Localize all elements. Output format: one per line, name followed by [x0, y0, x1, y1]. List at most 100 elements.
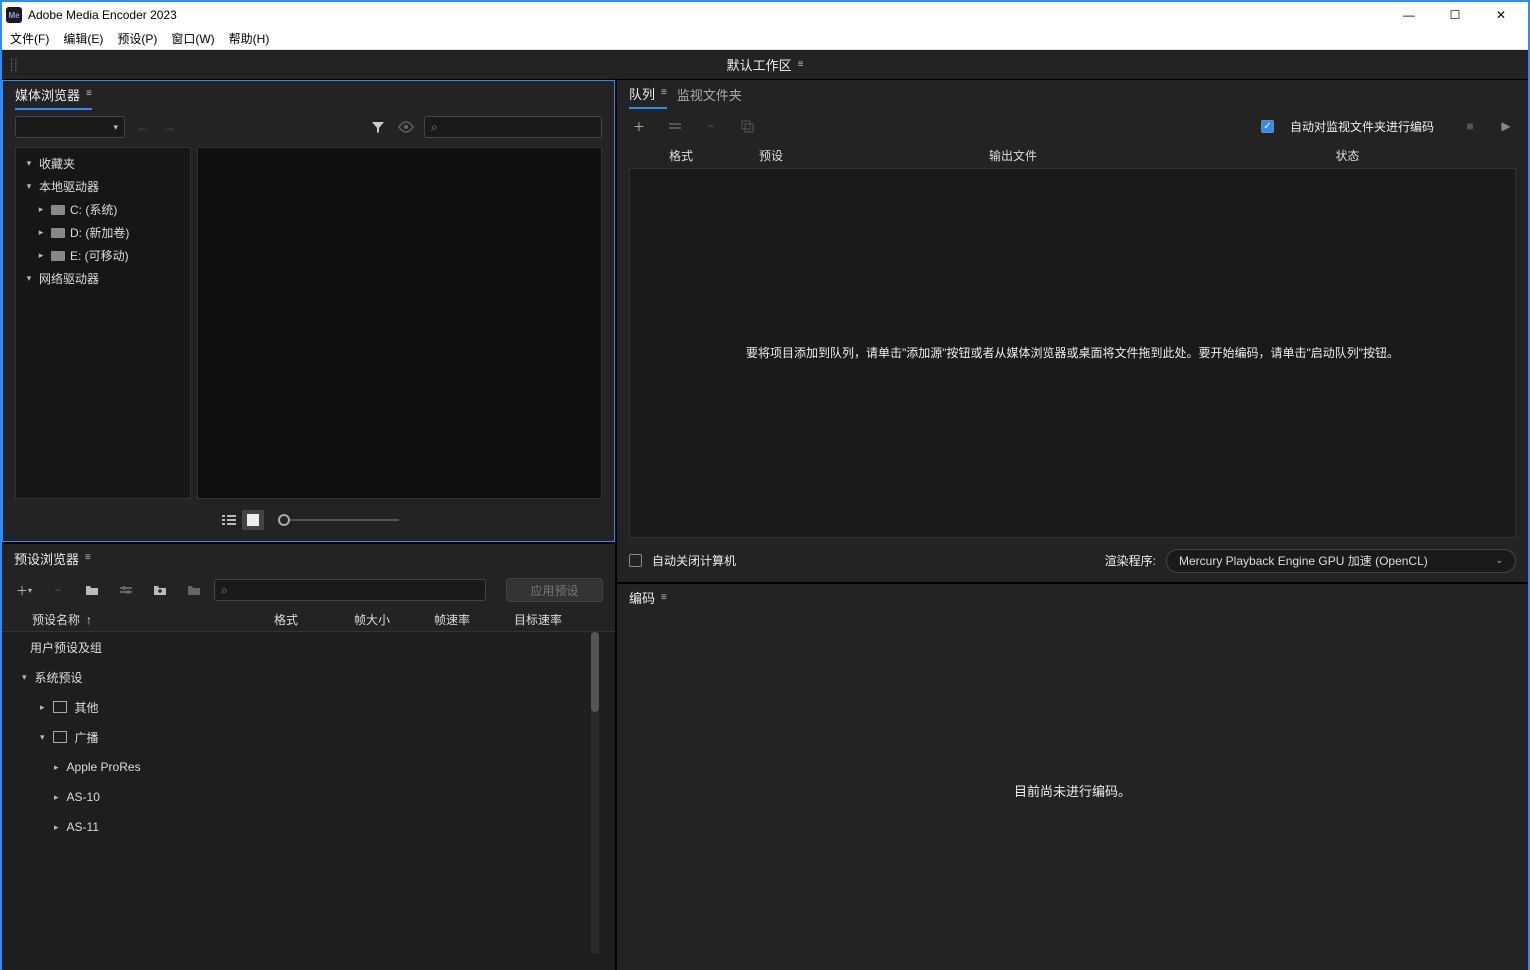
preset-row-as11[interactable]: ▸AS-11: [2, 812, 615, 842]
media-search-input[interactable]: ⌕: [424, 116, 602, 138]
menu-help[interactable]: 帮助(H): [229, 30, 270, 47]
queue-drop-area[interactable]: 要将项目添加到队列，请单击"添加源"按钮或者从媒体浏览器或桌面将文件拖到此处。要…: [629, 168, 1516, 538]
col-format[interactable]: 格式: [274, 611, 354, 628]
import-icon[interactable]: [150, 580, 170, 600]
apply-preset-button[interactable]: 应用预设: [506, 578, 603, 602]
tree-drive-c[interactable]: ▸C: (系统): [16, 198, 190, 221]
drive-icon: [51, 251, 65, 261]
tree-drive-e[interactable]: ▸E: (可移动): [16, 244, 190, 267]
zoom-knob[interactable]: [278, 514, 290, 526]
preset-list: 用户预设及组 ▾系统预设 ▸其他 ▾广播 ▸Apple ProRes ▸AS-1…: [2, 632, 615, 970]
tree-drive-d[interactable]: ▸D: (新加卷): [16, 221, 190, 244]
folder-icon[interactable]: [82, 580, 102, 600]
zoom-slider[interactable]: [278, 514, 399, 526]
media-preview-area: [197, 147, 602, 499]
preset-row-other[interactable]: ▸其他: [2, 692, 615, 722]
menu-edit[interactable]: 编辑(E): [63, 30, 103, 47]
renderer-select[interactable]: Mercury Playback Engine GPU 加速 (OpenCL) …: [1166, 549, 1516, 573]
monitor-icon: [53, 701, 67, 713]
auto-shutdown-label: 自动关闭计算机: [652, 552, 736, 569]
col-preset-name[interactable]: 预设名称: [32, 611, 80, 628]
col-format: 格式: [629, 147, 759, 164]
preset-browser-panel: 预设浏览器 ≡ ＋▾ − ⌕ 应用预设: [2, 542, 615, 970]
export-icon[interactable]: [184, 580, 204, 600]
remove-preset-icon[interactable]: −: [48, 580, 68, 600]
encoding-panel: 编码 ≡ 目前尚未进行编码。: [617, 582, 1528, 970]
workspace-menu-icon[interactable]: ≡: [798, 62, 804, 68]
maximize-button[interactable]: ☐: [1432, 2, 1478, 28]
col-bitrate[interactable]: 目标速率: [514, 611, 594, 628]
grip-icon: ┊┊: [8, 58, 16, 72]
duplicate-icon[interactable]: [737, 116, 757, 136]
preset-scrollbar[interactable]: [591, 632, 599, 954]
queue-settings-icon[interactable]: [665, 116, 685, 136]
eye-icon[interactable]: [396, 117, 416, 137]
col-preset: 预设: [759, 147, 989, 164]
remove-source-icon[interactable]: −: [701, 116, 721, 136]
panel-menu-icon[interactable]: ≡: [661, 90, 667, 96]
renderer-value: Mercury Playback Engine GPU 加速 (OpenCL): [1179, 552, 1428, 569]
path-combo[interactable]: ▾: [15, 116, 125, 138]
nav-forward-icon[interactable]: →: [159, 117, 179, 137]
list-view-button[interactable]: [218, 510, 240, 530]
menu-window[interactable]: 窗口(W): [171, 30, 214, 47]
auto-encode-checkbox[interactable]: ✓: [1261, 120, 1274, 133]
col-status: 状态: [1239, 147, 1516, 164]
drive-icon: [51, 205, 65, 215]
start-queue-icon[interactable]: ▶: [1496, 116, 1516, 136]
grid-view-button[interactable]: [242, 510, 264, 530]
minimize-button[interactable]: —: [1386, 2, 1432, 28]
media-browser-panel: 媒体浏览器 ≡ ▾ ← → ⌕: [2, 80, 615, 542]
app-icon: Me: [6, 7, 22, 23]
menu-preset[interactable]: 预设(P): [117, 30, 157, 47]
col-framesize[interactable]: 帧大小: [354, 611, 434, 628]
tree-favorites[interactable]: ▾收藏夹: [16, 152, 190, 175]
media-browser-title: 媒体浏览器: [15, 85, 80, 104]
stop-queue-icon[interactable]: ■: [1460, 116, 1480, 136]
watch-folders-tab[interactable]: 监视文件夹: [677, 81, 742, 108]
panel-menu-icon[interactable]: ≡: [86, 91, 92, 97]
queue-panel: 队列 ≡ 监视文件夹 ＋ − ✓ 自动对监视文件夹进行编码 ■ ▶ 格式: [617, 80, 1528, 582]
broadcast-icon: [53, 731, 67, 743]
media-tree[interactable]: ▾收藏夹 ▾本地驱动器 ▸C: (系统) ▸D: (新加卷) ▸E: (可移动)…: [15, 147, 191, 499]
sort-up-icon: ↑: [86, 613, 92, 627]
auto-encode-label: 自动对监视文件夹进行编码: [1290, 118, 1434, 135]
encoding-status-area: 目前尚未进行编码。: [617, 612, 1528, 970]
preset-search-input[interactable]: ⌕: [214, 579, 486, 601]
close-button[interactable]: ✕: [1478, 2, 1524, 28]
nav-back-icon[interactable]: ←: [133, 117, 153, 137]
queue-empty-message: 要将项目添加到队列，请单击"添加源"按钮或者从媒体浏览器或桌面将文件拖到此处。要…: [746, 344, 1399, 361]
preset-row-broadcast[interactable]: ▾广播: [2, 722, 615, 752]
preset-row-as10[interactable]: ▸AS-10: [2, 782, 615, 812]
search-icon: ⌕: [431, 120, 438, 135]
renderer-label: 渲染程序:: [1105, 552, 1156, 569]
add-preset-icon[interactable]: ＋▾: [14, 580, 34, 600]
menu-file[interactable]: 文件(F): [10, 30, 49, 47]
filter-icon[interactable]: [368, 117, 388, 137]
tree-local-drives[interactable]: ▾本地驱动器: [16, 175, 190, 198]
search-icon: ⌕: [221, 583, 228, 598]
window-title: Adobe Media Encoder 2023: [28, 8, 1386, 22]
chevron-down-icon: ▾: [113, 122, 118, 133]
col-framerate[interactable]: 帧速率: [434, 611, 514, 628]
titlebar: Me Adobe Media Encoder 2023 — ☐ ✕: [2, 2, 1528, 28]
preset-row-user[interactable]: 用户预设及组: [2, 632, 615, 662]
queue-tab[interactable]: 队列 ≡: [629, 80, 667, 109]
preset-row-apple[interactable]: ▸Apple ProRes: [2, 752, 615, 782]
auto-shutdown-checkbox[interactable]: ✓: [629, 554, 642, 567]
encoding-idle-message: 目前尚未进行编码。: [1014, 781, 1131, 800]
settings-icon[interactable]: [116, 580, 136, 600]
encoding-tab[interactable]: 编码 ≡: [629, 584, 667, 611]
panel-menu-icon[interactable]: ≡: [85, 555, 91, 561]
tree-network-drives[interactable]: ▾网络驱动器: [16, 267, 190, 290]
preset-row-system[interactable]: ▾系统预设: [2, 662, 615, 692]
chevron-down-icon: ⌄: [1495, 555, 1503, 566]
media-browser-tab[interactable]: 媒体浏览器 ≡: [15, 81, 92, 110]
preset-browser-tab[interactable]: 预设浏览器 ≡: [14, 545, 91, 572]
workspace-label[interactable]: 默认工作区: [727, 55, 792, 74]
panel-menu-icon[interactable]: ≡: [661, 595, 667, 601]
menubar: 文件(F) 编辑(E) 预设(P) 窗口(W) 帮助(H): [2, 28, 1528, 50]
add-source-icon[interactable]: ＋: [629, 116, 649, 136]
workspace-bar: ┊┊ 默认工作区 ≡: [2, 50, 1528, 80]
zoom-track: [289, 519, 399, 521]
